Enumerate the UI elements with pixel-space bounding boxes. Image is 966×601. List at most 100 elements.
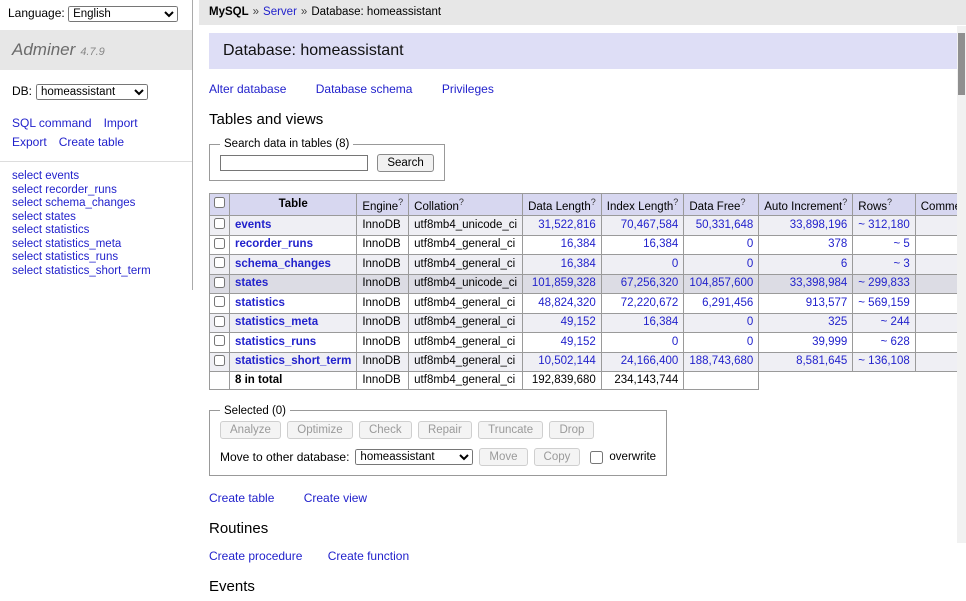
data-length-link[interactable]: 31,522,816: [538, 219, 596, 231]
index-length-link[interactable]: 67,256,320: [621, 277, 679, 289]
data-length-link[interactable]: 16,384: [561, 238, 596, 250]
help-link[interactable]: ?: [398, 197, 403, 207]
data-free-link[interactable]: 0: [747, 316, 753, 328]
sidebar-table-link-events[interactable]: select events: [12, 170, 180, 184]
auto-increment-link[interactable]: 378: [828, 238, 847, 250]
sidebar-link-create-table[interactable]: Create table: [59, 135, 124, 149]
data-free-link[interactable]: 0: [747, 258, 753, 270]
rows-link[interactable]: ~ 299,833: [858, 277, 909, 289]
table-name-link[interactable]: statistics_runs: [235, 336, 316, 348]
table-name-link[interactable]: statistics_meta: [235, 316, 318, 328]
truncate-button[interactable]: Truncate: [478, 421, 543, 439]
table-name-link[interactable]: events: [235, 219, 271, 231]
rows-link[interactable]: ~ 244: [881, 316, 910, 328]
create-function-link[interactable]: Create function: [328, 549, 409, 563]
sidebar-link-sql-command[interactable]: SQL command: [12, 116, 92, 130]
select-all-checkbox[interactable]: [214, 197, 225, 208]
sidebar-table-link-recorder-runs[interactable]: select recorder_runs: [12, 184, 180, 198]
data-length-link[interactable]: 101,859,328: [532, 277, 596, 289]
data-length-link[interactable]: 49,152: [561, 316, 596, 328]
index-length-link[interactable]: 16,384: [643, 316, 678, 328]
drop-button[interactable]: Drop: [549, 421, 594, 439]
copy-button[interactable]: Copy: [534, 448, 581, 466]
analyze-button[interactable]: Analyze: [220, 421, 281, 439]
index-length-link[interactable]: 16,384: [643, 238, 678, 250]
auto-increment-link[interactable]: 6: [841, 258, 847, 270]
index-length-link[interactable]: 70,467,584: [621, 219, 679, 231]
data-free-link[interactable]: 104,857,600: [689, 277, 753, 289]
auto-increment-link[interactable]: 33,398,984: [790, 277, 848, 289]
rows-link[interactable]: ~ 5: [893, 238, 909, 250]
sidebar-link-export[interactable]: Export: [12, 135, 47, 149]
sidebar-table-link-schema-changes[interactable]: select schema_changes: [12, 197, 180, 211]
data-free-link[interactable]: 6,291,456: [702, 297, 753, 309]
table-name-link[interactable]: recorder_runs: [235, 238, 313, 250]
data-length-link[interactable]: 10,502,144: [538, 355, 596, 367]
vertical-scrollbar[interactable]: [957, 26, 966, 543]
breadcrumb-server-link[interactable]: Server: [263, 6, 297, 18]
row-checkbox[interactable]: [214, 238, 225, 249]
table-name-link[interactable]: states: [235, 277, 268, 289]
sidebar-table-link-statistics-meta[interactable]: select statistics_meta: [12, 238, 180, 252]
database-schema-link[interactable]: Database schema: [316, 82, 413, 96]
rows-link[interactable]: ~ 136,108: [858, 355, 909, 367]
db-select[interactable]: homeassistant: [36, 84, 148, 100]
sidebar-link-import[interactable]: Import: [104, 116, 138, 130]
index-length-link[interactable]: 24,166,400: [621, 355, 679, 367]
row-checkbox[interactable]: [214, 296, 225, 307]
create-table-link[interactable]: Create table: [209, 491, 274, 505]
index-length-link[interactable]: 0: [672, 258, 678, 270]
data-length-link[interactable]: 16,384: [561, 258, 596, 270]
help-link[interactable]: ?: [842, 197, 847, 207]
row-checkbox[interactable]: [214, 335, 225, 346]
auto-increment-link[interactable]: 39,999: [812, 336, 847, 348]
rows-link[interactable]: ~ 312,180: [858, 219, 909, 231]
check-button[interactable]: Check: [359, 421, 412, 439]
move-db-select[interactable]: homeassistant: [355, 449, 473, 465]
move-button[interactable]: Move: [479, 448, 527, 466]
help-link[interactable]: ?: [459, 197, 464, 207]
data-free-link[interactable]: 188,743,680: [689, 355, 753, 367]
data-free-link[interactable]: 0: [747, 336, 753, 348]
rows-link[interactable]: ~ 569,159: [858, 297, 909, 309]
data-length-link[interactable]: 48,824,320: [538, 297, 596, 309]
index-length-link[interactable]: 72,220,672: [621, 297, 679, 309]
sidebar-table-link-statistics[interactable]: select statistics: [12, 224, 180, 238]
table-name-link[interactable]: statistics_short_term: [235, 355, 351, 367]
auto-increment-link[interactable]: 325: [828, 316, 847, 328]
sidebar-table-link-statistics-runs[interactable]: select statistics_runs: [12, 251, 180, 265]
data-length-link[interactable]: 49,152: [561, 336, 596, 348]
search-input[interactable]: [220, 155, 368, 171]
sidebar-table-link-states[interactable]: select states: [12, 211, 180, 225]
breadcrumb-mysql-link[interactable]: MySQL: [209, 6, 249, 18]
data-free-link[interactable]: 0: [747, 238, 753, 250]
optimize-button[interactable]: Optimize: [287, 421, 352, 439]
repair-button[interactable]: Repair: [418, 421, 472, 439]
scrollbar-thumb[interactable]: [958, 33, 965, 95]
language-select[interactable]: English: [68, 6, 178, 22]
row-checkbox[interactable]: [214, 277, 225, 288]
rows-link[interactable]: ~ 3: [893, 258, 909, 270]
sidebar-table-link-statistics-short-term[interactable]: select statistics_short_term: [12, 265, 180, 279]
create-view-link[interactable]: Create view: [304, 491, 367, 505]
row-checkbox[interactable]: [214, 257, 225, 268]
privileges-link[interactable]: Privileges: [442, 82, 494, 96]
row-checkbox[interactable]: [214, 218, 225, 229]
alter-database-link[interactable]: Alter database: [209, 82, 286, 96]
table-name-link[interactable]: statistics: [235, 297, 285, 309]
help-link[interactable]: ?: [740, 197, 745, 207]
overwrite-checkbox[interactable]: [590, 451, 603, 464]
auto-increment-link[interactable]: 33,898,196: [790, 219, 848, 231]
auto-increment-link[interactable]: 8,581,645: [796, 355, 847, 367]
rows-link[interactable]: ~ 628: [881, 336, 910, 348]
table-name-link[interactable]: schema_changes: [235, 258, 331, 270]
data-free-link[interactable]: 50,331,648: [696, 219, 754, 231]
help-link[interactable]: ?: [591, 197, 596, 207]
help-link[interactable]: ?: [673, 197, 678, 207]
index-length-link[interactable]: 0: [672, 336, 678, 348]
auto-increment-link[interactable]: 913,577: [806, 297, 848, 309]
row-checkbox[interactable]: [214, 316, 225, 327]
row-checkbox[interactable]: [214, 355, 225, 366]
help-link[interactable]: ?: [887, 197, 892, 207]
create-procedure-link[interactable]: Create procedure: [209, 549, 302, 563]
